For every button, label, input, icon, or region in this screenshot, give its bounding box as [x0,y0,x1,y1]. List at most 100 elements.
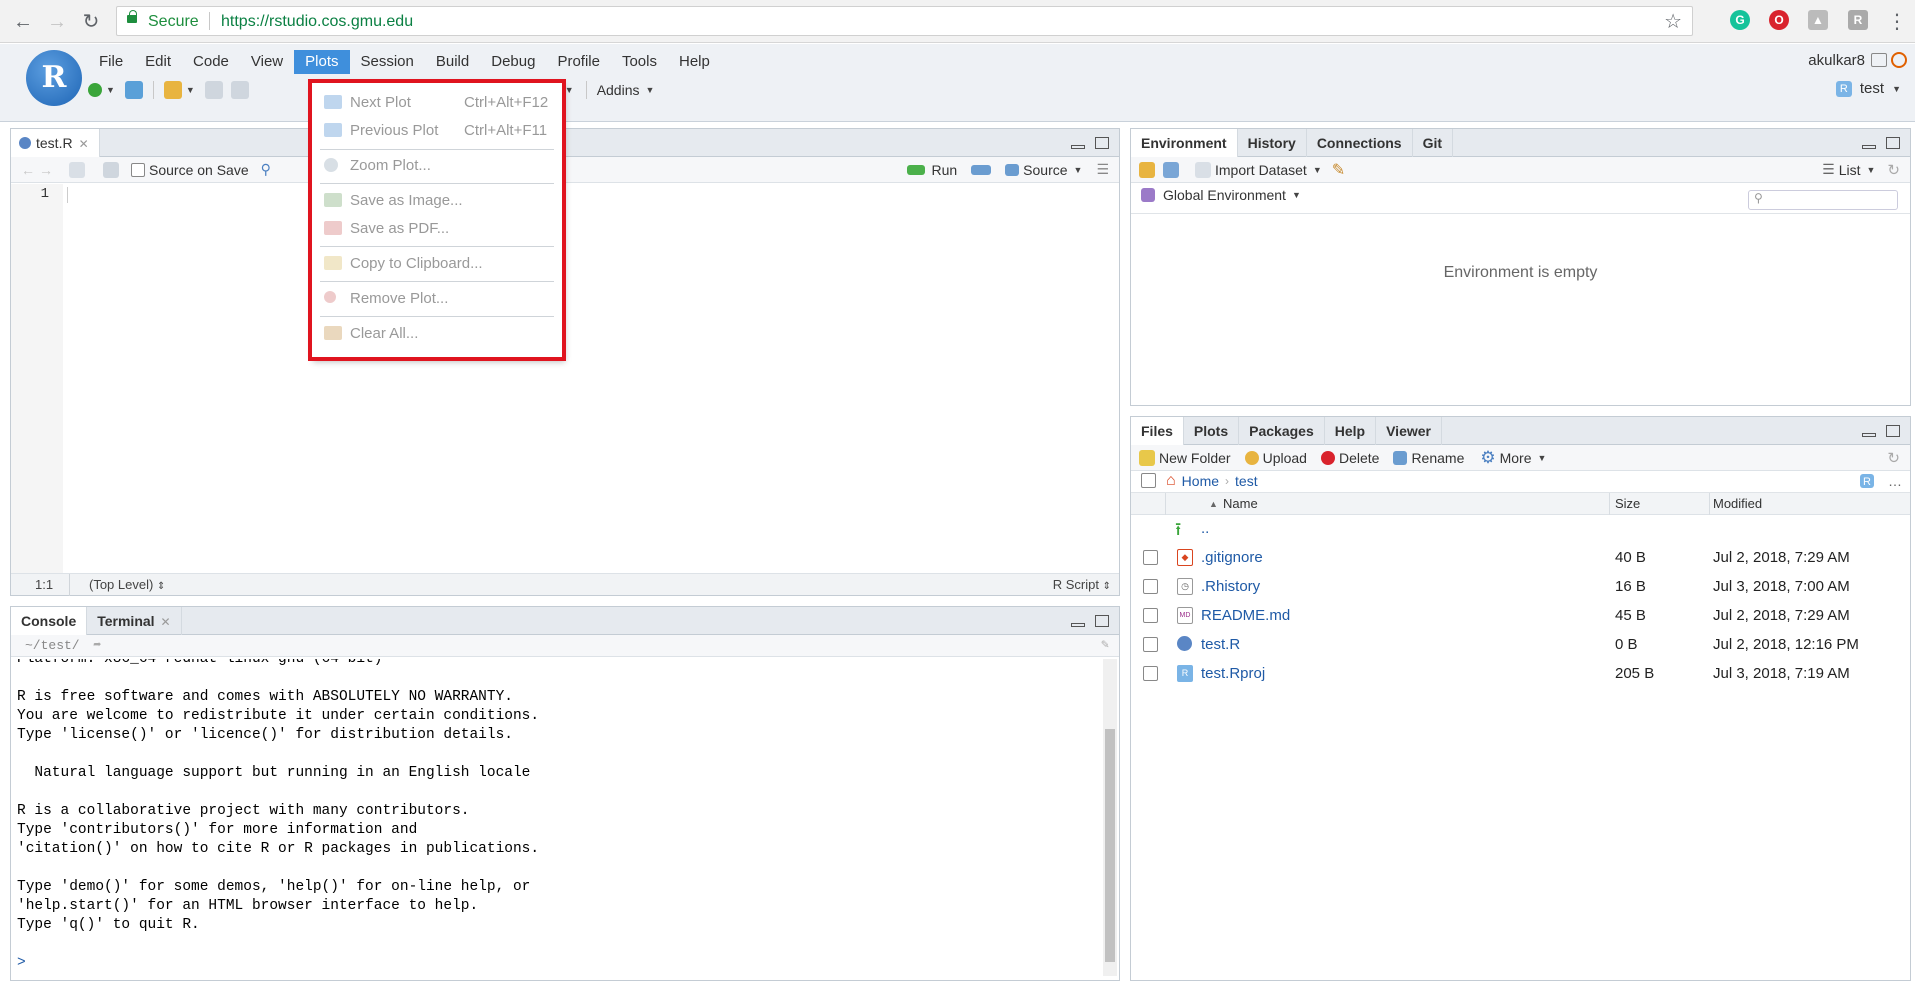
address-bar[interactable]: Secure https://rstudio.cos.gmu.edu ☆ [116,6,1693,36]
menu-item-save-as-pdf[interactable]: Save as PDF... [312,217,562,241]
menu-item-remove-plot[interactable]: Remove Plot... [312,287,562,311]
tab-git[interactable]: Git [1413,129,1454,157]
bookmark-star-icon[interactable]: ☆ [1664,9,1682,34]
breadcrumb-test[interactable]: test [1235,473,1258,489]
row-checkbox[interactable] [1143,579,1158,594]
maximize-pane-icon[interactable] [1886,425,1900,437]
column-name[interactable]: Name [1223,496,1258,511]
environment-search-input[interactable]: ⚲ [1748,190,1898,210]
minimize-pane-icon[interactable] [1862,433,1876,437]
chevron-down-icon[interactable]: ▼ [646,85,655,95]
file-name[interactable]: .Rhistory [1201,578,1260,595]
menu-edit[interactable]: Edit [134,50,182,74]
tab-history[interactable]: History [1238,129,1307,157]
chevron-down-icon[interactable]: ▼ [106,85,115,95]
opera-extension-icon[interactable]: O [1769,10,1789,30]
run-arrow-icon[interactable] [907,164,926,175]
menu-debug[interactable]: Debug [480,50,546,74]
tab-packages[interactable]: Packages [1239,417,1325,445]
r-extension-icon[interactable]: R [1848,10,1868,30]
outline-icon[interactable]: ☰ [1096,161,1109,178]
maximize-pane-icon[interactable] [1095,615,1109,627]
tab-connections[interactable]: Connections [1307,129,1413,157]
scrollbar-thumb[interactable] [1105,729,1115,962]
back-arrow-icon[interactable]: ← [10,9,36,35]
source-on-save-checkbox[interactable] [131,162,145,177]
menu-item-copy-to-clipboard[interactable]: Copy to Clipboard... [312,252,562,276]
parent-dir-row[interactable]: ⭱ .. [1131,517,1910,541]
minimize-pane-icon[interactable] [1071,145,1085,149]
row-checkbox[interactable] [1143,637,1158,652]
table-row[interactable]: R test.Rproj 205 B Jul 3, 2018, 7:19 AM [1131,662,1910,686]
menu-item-next-plot[interactable]: Next Plot Ctrl+Alt+F12 [312,91,562,115]
refresh-icon[interactable]: ↻ [1887,449,1900,467]
row-checkbox[interactable] [1143,608,1158,623]
menu-view[interactable]: View [240,50,294,74]
console-prompt[interactable]: > [17,954,1097,973]
rename-button[interactable]: Rename [1411,450,1464,466]
home-icon[interactable]: ⌂ [1166,472,1176,490]
pdf-extension-icon[interactable]: ▲ [1808,10,1828,30]
menu-help[interactable]: Help [668,50,721,74]
console-scrollbar[interactable] [1103,659,1117,976]
browser-menu-icon[interactable]: ⋮ [1887,9,1907,34]
tab-terminal[interactable]: Terminal ✕ [87,607,182,635]
broom-icon[interactable]: ✎ [1332,160,1345,180]
tab-files[interactable]: Files [1131,417,1184,445]
chevron-down-icon[interactable]: ▼ [1313,165,1322,175]
table-row[interactable]: ◷ .Rhistory 16 B Jul 3, 2018, 7:00 AM [1131,575,1910,599]
chevron-down-icon[interactable]: ▼ [1538,453,1547,463]
chevron-down-icon[interactable]: ▼ [565,85,574,95]
file-name[interactable]: test.R [1201,636,1240,653]
menu-item-previous-plot[interactable]: Previous Plot Ctrl+Alt+F11 [312,119,562,143]
minimize-pane-icon[interactable] [1071,623,1085,627]
table-row[interactable]: test.R 0 B Jul 2, 2018, 12:16 PM [1131,633,1910,657]
tab-test-r[interactable]: test.R ✕ [11,129,100,157]
rerun-icon[interactable] [971,164,992,175]
forward-arrow-icon[interactable]: → [39,162,53,178]
upload-button[interactable]: Upload [1263,450,1307,466]
menu-item-clear-all[interactable]: Clear All... [312,322,562,346]
open-file-icon[interactable] [163,81,182,99]
save-workspace-icon[interactable] [1163,161,1179,178]
save-icon[interactable] [204,81,223,99]
table-row[interactable]: MD README.md 45 B Jul 2, 2018, 7:29 AM [1131,604,1910,628]
source-arrow-icon[interactable] [1005,163,1020,176]
parent-dir-link[interactable]: .. [1201,520,1209,537]
url-text[interactable]: https://rstudio.cos.gmu.edu [221,13,413,31]
new-folder-button[interactable]: New Folder [1159,450,1231,466]
menu-item-save-as-image[interactable]: Save as Image... [312,189,562,213]
close-icon[interactable]: ✕ [161,615,171,629]
rproject-icon[interactable]: R [1860,473,1874,488]
menu-file[interactable]: File [88,50,134,74]
more-button[interactable]: More [1500,450,1532,466]
search-icon[interactable]: ⚲ [261,161,271,178]
chevron-down-icon[interactable]: ▼ [1867,165,1876,175]
menu-tools[interactable]: Tools [611,50,668,74]
chevron-down-icon[interactable]: ▼ [1074,165,1083,175]
menu-session[interactable]: Session [350,50,425,74]
save-icon[interactable] [103,161,119,178]
close-icon[interactable]: ✕ [79,137,89,151]
new-file-icon[interactable] [88,83,102,97]
back-arrow-icon[interactable]: ← [21,162,35,178]
new-folder-icon[interactable] [1139,449,1155,466]
tab-console[interactable]: Console [11,607,88,635]
tab-environment[interactable]: Environment [1131,129,1238,157]
row-checkbox[interactable] [1143,550,1158,565]
column-size[interactable]: Size [1615,496,1640,511]
sign-out-icon[interactable] [1871,53,1887,67]
menu-plots[interactable]: Plots [294,50,350,74]
grammarly-extension-icon[interactable]: G [1730,10,1750,30]
show-in-window-icon[interactable] [69,161,85,178]
addins-menu[interactable]: Addins [597,82,640,98]
tab-viewer[interactable]: Viewer [1376,417,1442,445]
tab-plots[interactable]: Plots [1184,417,1240,445]
list-view-selector[interactable]: List [1839,162,1861,178]
select-all-checkbox[interactable] [1141,473,1156,488]
rename-icon[interactable] [1393,450,1408,465]
environment-scope-selector[interactable]: Global Environment ▼ [1141,187,1307,203]
sort-ascending-icon[interactable]: ▲ [1209,499,1218,509]
forward-arrow-icon[interactable]: → [44,9,70,35]
editor-cursor[interactable] [67,187,68,203]
